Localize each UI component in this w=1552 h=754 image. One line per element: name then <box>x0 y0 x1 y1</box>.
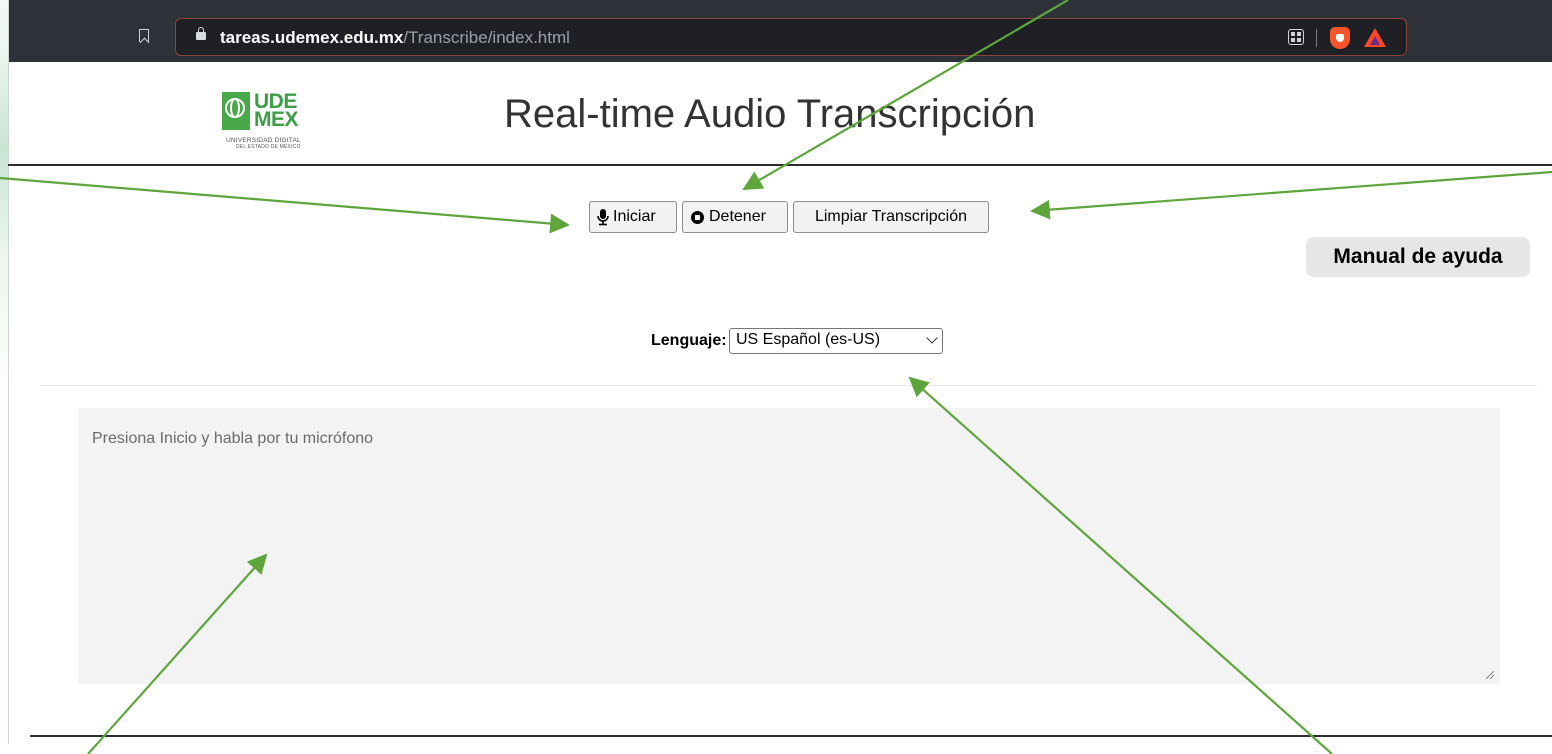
help-manual-label: Manual de ayuda <box>1333 245 1503 268</box>
lock-icon <box>196 27 206 40</box>
globe-icon <box>222 92 250 130</box>
logo-text-mex: MEX <box>254 108 299 131</box>
url-domain: tareas.udemex.edu.mx <box>220 28 404 47</box>
stop-button[interactable]: Detener <box>682 201 788 233</box>
logo-subtitle: UNIVERSIDAD DIGITAL <box>226 137 301 144</box>
start-button[interactable]: Iniciar <box>589 201 677 233</box>
browser-toolbar: tareas.udemex.edu.mx/Transcribe/index.ht… <box>9 0 1552 62</box>
logo-subtitle-2: DEL ESTADO DE MÉXICO <box>236 144 301 150</box>
transcript-textarea[interactable]: Presiona Inicio y habla por tu micrófono <box>78 408 1500 684</box>
brave-rewards-icon[interactable] <box>1364 28 1386 47</box>
brave-shields-icon[interactable] <box>1330 27 1350 49</box>
clear-button-label: Limpiar Transcripción <box>814 208 968 225</box>
bookmark-icon[interactable] <box>139 29 149 42</box>
start-button-label: Iniciar <box>613 208 656 225</box>
toolbar-separator <box>1316 29 1317 47</box>
help-manual-button[interactable]: Manual de ayuda <box>1306 237 1530 277</box>
resize-handle-icon[interactable] <box>1486 671 1494 679</box>
url-text[interactable]: tareas.udemex.edu.mx/Transcribe/index.ht… <box>220 28 570 48</box>
language-select[interactable]: US Español (es-US) <box>729 328 943 354</box>
header-divider <box>8 164 1552 166</box>
stop-icon <box>691 210 704 224</box>
stop-button-label: Detener <box>709 208 766 225</box>
url-path: /Transcribe/index.html <box>403 28 570 47</box>
udemex-logo: UDE MEX UNIVERSIDAD DIGITAL DEL ESTADO D… <box>222 91 314 150</box>
address-bar[interactable]: tareas.udemex.edu.mx/Transcribe/index.ht… <box>175 18 1407 56</box>
section-divider <box>40 385 1537 386</box>
clear-transcription-button[interactable]: Limpiar Transcripción <box>793 201 989 233</box>
chevron-down-icon <box>926 332 938 344</box>
language-selected-value: US Español (es-US) <box>736 331 881 348</box>
transcript-placeholder: Presiona Inicio y habla por tu micrófono <box>92 430 374 447</box>
language-label: Lenguaje: <box>651 332 727 349</box>
page-title: Real-time Audio Transcripción <box>504 92 1036 136</box>
qr-code-icon[interactable] <box>1288 29 1304 45</box>
microphone-icon <box>597 209 609 226</box>
footer-divider <box>30 735 1552 737</box>
